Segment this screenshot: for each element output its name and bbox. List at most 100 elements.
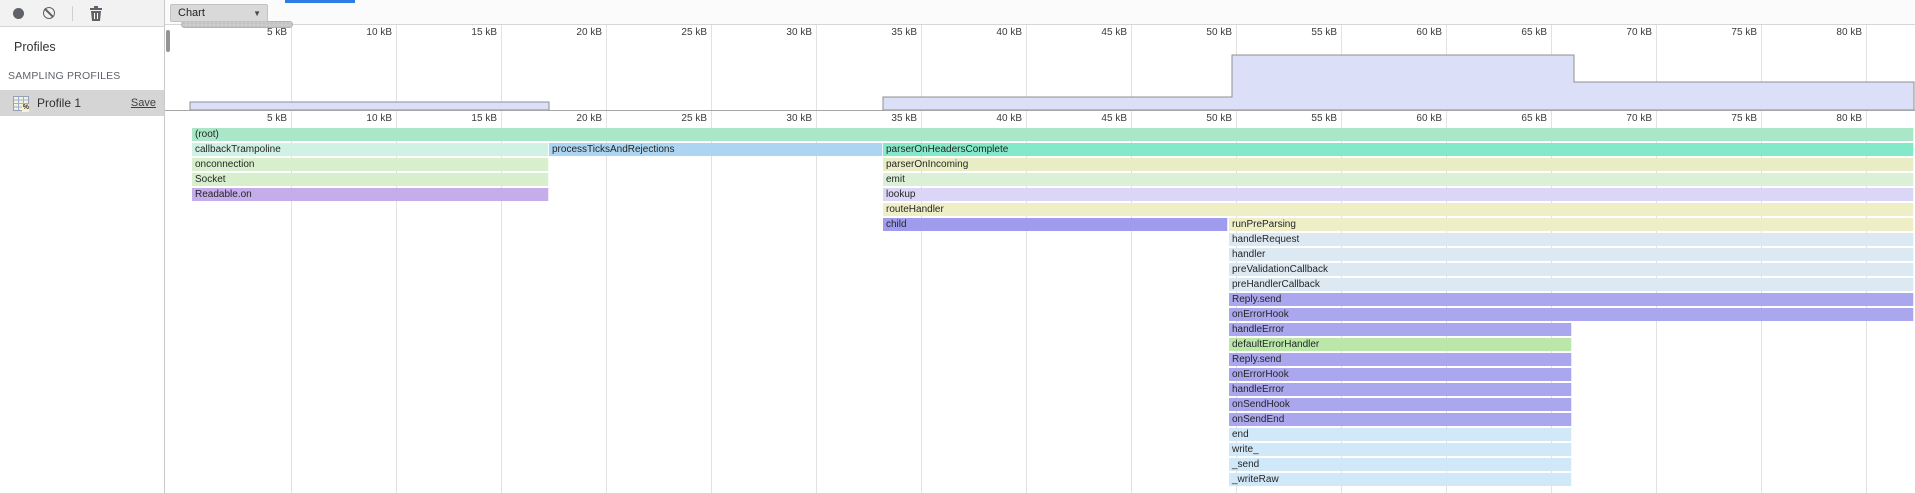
flame-chart-panel: Chart ▼ 5 kB5 kB10 kB10 kB15 kB15 kB20 k… [165, 0, 1915, 493]
flame-bar-label: handler [1232, 249, 1265, 260]
circle-slash-icon [43, 7, 55, 19]
flame-bar-label: write_ [1232, 444, 1259, 455]
flame-bar[interactable]: onconnection [192, 158, 549, 171]
flame-bar[interactable]: callbackTrampoline [192, 143, 549, 156]
flame-bar[interactable]: runPreParsing [1229, 218, 1914, 231]
flame-bar[interactable]: Socket [192, 173, 549, 186]
flame-bar[interactable]: _writeRaw [1229, 473, 1572, 486]
flame-bar[interactable]: Reply.send [1229, 353, 1572, 366]
flame-bar-label: lookup [886, 189, 915, 200]
sidebar-title: Profiles [14, 40, 164, 54]
flame-bar-label: onSendHook [1232, 399, 1290, 410]
axis-tick-label: 80 kB [1807, 25, 1862, 40]
chart-panel-header [165, 0, 1915, 25]
flame-bar[interactable]: emit [883, 173, 1914, 186]
flame-bar[interactable]: onErrorHook [1229, 308, 1914, 321]
flame-bar[interactable]: parserOnIncoming [883, 158, 1914, 171]
axis-tick-label: 40 kB [967, 110, 1022, 127]
heap-profile-icon: % [13, 96, 29, 111]
axis-tick-label: 20 kB [547, 25, 602, 40]
flame-bar-label: preValidationCallback [1232, 264, 1328, 275]
axis-tick-label: 10 kB [337, 110, 392, 127]
flame-bar-label: Reply.send [1232, 294, 1281, 305]
profile-name: Profile 1 [37, 96, 81, 110]
flame-bar-label: onErrorHook [1232, 309, 1289, 320]
axis-tick-label: 10 kB [337, 25, 392, 40]
axis-tick-label: 40 kB [967, 25, 1022, 40]
flame-bar[interactable]: processTicksAndRejections [549, 143, 883, 156]
axis-tick-label: 60 kB [1387, 25, 1442, 40]
axis-tick-label: 65 kB [1492, 110, 1547, 127]
flame-bar-label: onErrorHook [1232, 369, 1289, 380]
view-mode-value: Chart [178, 7, 205, 19]
flame-bar-label: Readable.on [195, 189, 252, 200]
axis-tick-label: 30 kB [757, 110, 812, 127]
axis-tick-label: 65 kB [1492, 25, 1547, 40]
save-profile-link[interactable]: Save [131, 97, 156, 109]
flame-bar-label: preHandlerCallback [1232, 279, 1320, 290]
vertical-scrollbar-thumb[interactable] [166, 30, 170, 52]
sidebar-item-profile-1[interactable]: % Profile 1 Save [0, 90, 164, 116]
flame-bar-label: routeHandler [886, 204, 944, 215]
flame-bar[interactable]: handleError [1229, 323, 1572, 336]
flame-bar[interactable]: onSendEnd [1229, 413, 1572, 426]
flame-bar[interactable]: handleError [1229, 383, 1572, 396]
axis-tick-label: 45 kB [1072, 25, 1127, 40]
overview-range-slider[interactable] [181, 21, 293, 28]
flame-bar[interactable]: parserOnHeadersComplete [883, 143, 1914, 156]
flame-axis-divider [165, 110, 1915, 111]
axis-tick-label: 5 kB [232, 110, 287, 127]
flame-bar-label: emit [886, 174, 905, 185]
axis-tick-label: 50 kB [1177, 25, 1232, 40]
axis-tick-label: 45 kB [1072, 110, 1127, 127]
axis-tick-label: 20 kB [547, 110, 602, 127]
flame-bar[interactable]: onSendHook [1229, 398, 1572, 411]
flame-bar-label: _send [1232, 459, 1259, 470]
chevron-down-icon: ▼ [253, 9, 261, 18]
delete-profile-button[interactable] [88, 5, 104, 21]
flame-bar[interactable]: preValidationCallback [1229, 263, 1914, 276]
active-tab-indicator [285, 0, 355, 3]
overview-silhouette-shape [190, 102, 549, 110]
flame-bar[interactable]: end [1229, 428, 1572, 441]
axis-tick-label: 35 kB [862, 110, 917, 127]
axis-tick-label: 15 kB [442, 25, 497, 40]
flame-bar[interactable]: _send [1229, 458, 1572, 471]
axis-tick-label: 75 kB [1702, 110, 1757, 127]
flame-bar-label: callbackTrampoline [195, 144, 281, 155]
flame-bar[interactable]: child [883, 218, 1228, 231]
flame-bar[interactable]: handler [1229, 248, 1914, 261]
flame-bar-label: Reply.send [1232, 354, 1281, 365]
flame-bar-label: parserOnIncoming [886, 159, 968, 170]
flame-bar[interactable]: Reply.send [1229, 293, 1914, 306]
flame-bar[interactable]: write_ [1229, 443, 1572, 456]
flame-bar[interactable]: (root) [192, 128, 1914, 141]
clear-profiles-button[interactable] [41, 5, 57, 21]
axis-tick-label: 75 kB [1702, 25, 1757, 40]
axis-tick-label: 80 kB [1807, 110, 1862, 127]
record-profile-button[interactable] [10, 5, 26, 21]
axis-tick-label: 70 kB [1597, 25, 1652, 40]
flame-bar[interactable]: onErrorHook [1229, 368, 1572, 381]
overview-silhouette-shape [883, 55, 1914, 110]
flame-bar-label: handleRequest [1232, 234, 1299, 245]
profiles-sidebar: Profiles SAMPLING PROFILES % Profile 1 S… [0, 0, 165, 493]
flame-bar[interactable]: routeHandler [883, 203, 1914, 216]
flame-bar[interactable]: handleRequest [1229, 233, 1914, 246]
flame-bar-label: Socket [195, 174, 226, 185]
axis-tick-label: 55 kB [1282, 110, 1337, 127]
axis-tick-label: 60 kB [1387, 110, 1442, 127]
sampling-profiles-heading: SAMPLING PROFILES [8, 70, 164, 82]
flame-bar[interactable]: Readable.on [192, 188, 549, 201]
overview-pane[interactable] [165, 25, 1915, 110]
flame-bar-label: _writeRaw [1232, 474, 1279, 485]
view-mode-select[interactable]: Chart ▼ [170, 4, 268, 22]
flame-bar[interactable]: preHandlerCallback [1229, 278, 1914, 291]
axis-tick-label: 25 kB [652, 110, 707, 127]
profiler-toolbar [0, 0, 164, 27]
flame-bar-label: parserOnHeadersComplete [886, 144, 1008, 155]
flame-bar-label: runPreParsing [1232, 219, 1296, 230]
flame-bar[interactable]: lookup [883, 188, 1914, 201]
flame-bar[interactable]: defaultErrorHandler [1229, 338, 1572, 351]
axis-tick-label: 30 kB [757, 25, 812, 40]
